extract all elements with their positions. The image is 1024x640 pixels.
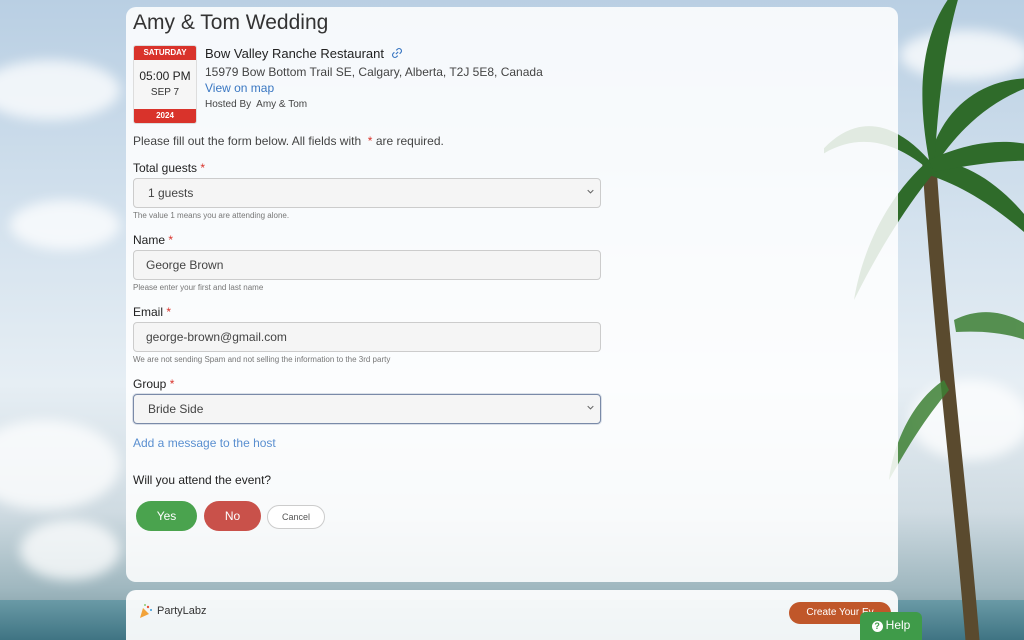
party-balloon-icon xyxy=(140,604,152,618)
logo-text: PartyLabz xyxy=(157,605,207,617)
event-month-day: SEP 7 xyxy=(150,87,180,98)
email-input[interactable]: george-brown@gmail.com xyxy=(133,322,601,352)
group-label: Group * xyxy=(133,377,174,391)
attend-question: Will you attend the event? xyxy=(133,473,272,487)
event-title: Amy & Tom Wedding xyxy=(133,11,329,34)
event-year: 2024 xyxy=(134,109,196,123)
footer-bar: PartyLabz Create Your Ev xyxy=(126,590,898,640)
hosts-names: Amy & Tom xyxy=(256,99,308,110)
guests-select[interactable]: 1 guests xyxy=(133,178,601,208)
instructions-text: Please fill out the form below. All fiel… xyxy=(133,134,362,148)
guests-label: Total guests * xyxy=(133,161,205,175)
email-label: Email * xyxy=(133,305,171,319)
required-mark: * xyxy=(367,134,373,148)
venue-name-text: Bow Valley Ranche Restaurant xyxy=(205,46,384,61)
add-message-link[interactable]: Add a message to the host xyxy=(133,436,276,450)
event-time: 05:00 PM xyxy=(139,69,191,83)
link-icon[interactable] xyxy=(391,47,403,59)
event-date-badge: SATURDAY 05:00 PM SEP 7 2024 xyxy=(133,45,197,124)
email-label-text: Email xyxy=(133,305,164,319)
name-input[interactable]: George Brown xyxy=(133,250,601,280)
help-button-label: Help xyxy=(885,618,911,632)
form-instructions: Please fill out the form below. All fiel… xyxy=(133,134,444,148)
group-label-text: Group xyxy=(133,377,167,391)
required-mark: * xyxy=(166,305,172,319)
name-hint: Please enter your first and last name xyxy=(133,283,264,292)
yes-button[interactable]: Yes xyxy=(136,501,197,531)
required-mark: * xyxy=(169,377,175,391)
help-button[interactable]: ? Help xyxy=(860,612,922,640)
cancel-button[interactable]: Cancel xyxy=(267,505,325,529)
instructions-text-end: are required. xyxy=(375,134,444,148)
venue-address: 15979 Bow Bottom Trail SE, Calgary, Albe… xyxy=(205,65,543,79)
required-mark: * xyxy=(200,161,206,175)
question-circle-icon: ? xyxy=(871,621,883,632)
guests-select-value: 1 guests xyxy=(148,186,194,200)
event-weekday: SATURDAY xyxy=(134,46,196,60)
name-label-text: Name xyxy=(133,233,166,247)
venue-name: Bow Valley Ranche Restaurant xyxy=(205,46,403,61)
hosted-by: Hosted By Amy & Tom xyxy=(205,99,307,110)
no-button[interactable]: No xyxy=(204,501,261,531)
name-label: Name * xyxy=(133,233,173,247)
required-mark: * xyxy=(168,233,174,247)
partylabz-logo[interactable]: PartyLabz xyxy=(137,603,207,619)
guests-hint: The value 1 means you are attending alon… xyxy=(133,211,290,220)
email-hint: We are not sending Spam and not selling … xyxy=(133,355,391,364)
chevron-down-icon xyxy=(587,405,594,410)
hosted-by-label: Hosted By xyxy=(205,99,252,110)
guests-label-text: Total guests xyxy=(133,161,198,175)
group-select-value: Bride Side xyxy=(148,402,204,416)
group-select[interactable]: Bride Side xyxy=(133,394,601,424)
rsvp-card: Amy & Tom Wedding SATURDAY 05:00 PM SEP … xyxy=(126,7,898,582)
chevron-down-icon xyxy=(587,189,594,194)
view-on-map-link[interactable]: View on map xyxy=(205,81,274,95)
